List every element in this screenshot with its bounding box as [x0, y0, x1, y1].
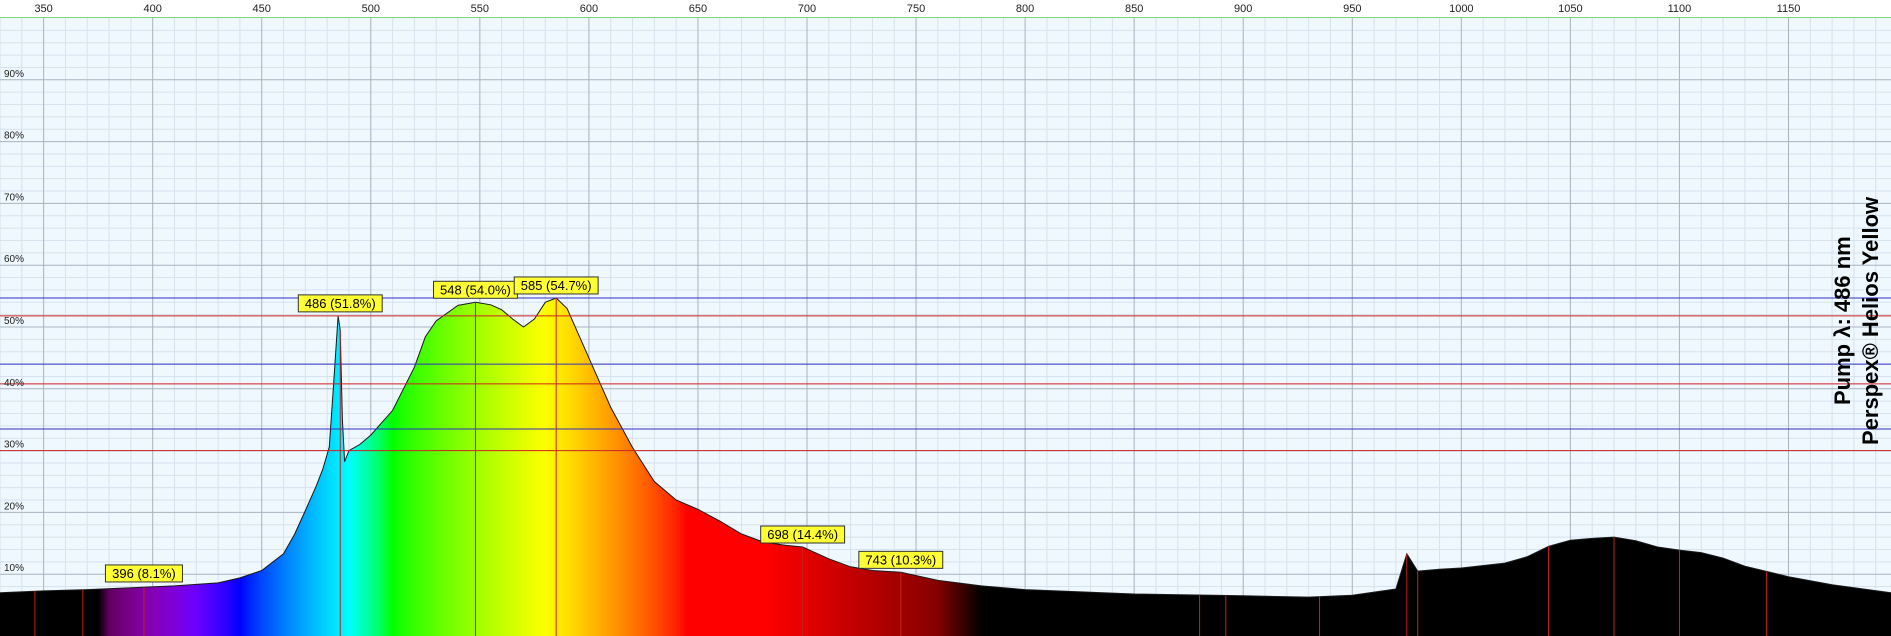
- x-tick-label: 1000: [1449, 3, 1473, 15]
- annotation-label: 585 (54.7%): [521, 278, 592, 293]
- x-tick-label: 550: [471, 3, 489, 15]
- annotation-label: 548 (54.0%): [440, 282, 511, 297]
- annotation-743: 743 (10.3%): [858, 550, 944, 569]
- y-tick-label: 50%: [4, 316, 24, 327]
- y-tick-label: 30%: [4, 440, 24, 451]
- x-tick-label: 450: [253, 3, 271, 15]
- y-tick-label: 10%: [4, 563, 24, 574]
- x-tick-label: 500: [362, 3, 380, 15]
- y-tick-label: 20%: [4, 501, 24, 512]
- y-tick-label: 90%: [4, 69, 24, 80]
- x-tick-label: 750: [907, 3, 925, 15]
- x-tick-label: 400: [143, 3, 161, 15]
- x-tick-label: 800: [1016, 3, 1034, 15]
- annotation-698: 698 (14.4%): [760, 525, 846, 544]
- y-tick-label: 70%: [4, 192, 24, 203]
- annotation-label: 698 (14.4%): [767, 527, 838, 542]
- x-tick-label: 350: [34, 3, 52, 15]
- x-tick-label: 850: [1125, 3, 1143, 15]
- y-tick-label: 40%: [4, 378, 24, 389]
- x-tick-label: 1050: [1558, 3, 1582, 15]
- annotation-label: 743 (10.3%): [865, 552, 936, 567]
- x-tick-label: 1100: [1668, 3, 1692, 15]
- x-tick-label: 1150: [1777, 3, 1801, 15]
- y-tick-label: 60%: [4, 254, 24, 265]
- side-caption-line-1: Pump λ: 486 nm: [1830, 236, 1855, 405]
- annotation-label: 486 (51.8%): [305, 296, 376, 311]
- annotation-396: 396 (8.1%): [104, 564, 183, 583]
- x-tick-label: 950: [1343, 3, 1361, 15]
- annotation-486: 486 (51.8%): [297, 294, 383, 313]
- annotation-label: 396 (8.1%): [112, 566, 176, 581]
- spectrum-chart: 350 400 450 500 550 600 650 700 750 800 850 900 950 1…: [0, 3, 1891, 636]
- x-axis-ticks: 350 400 450 500 550 600 650 700 750 800 850 900 950 1…: [34, 3, 1800, 15]
- side-caption-line-2: Perspex® Helios Yellow: [1858, 196, 1883, 445]
- x-tick-label: 600: [580, 3, 598, 15]
- x-tick-label: 650: [689, 3, 707, 15]
- x-tick-label: 700: [798, 3, 816, 15]
- annotation-548: 548 (54.0%): [433, 280, 518, 299]
- y-tick-label: 80%: [4, 131, 24, 142]
- annotation-585: 585 (54.7%): [513, 276, 599, 295]
- x-tick-label: 900: [1234, 3, 1252, 15]
